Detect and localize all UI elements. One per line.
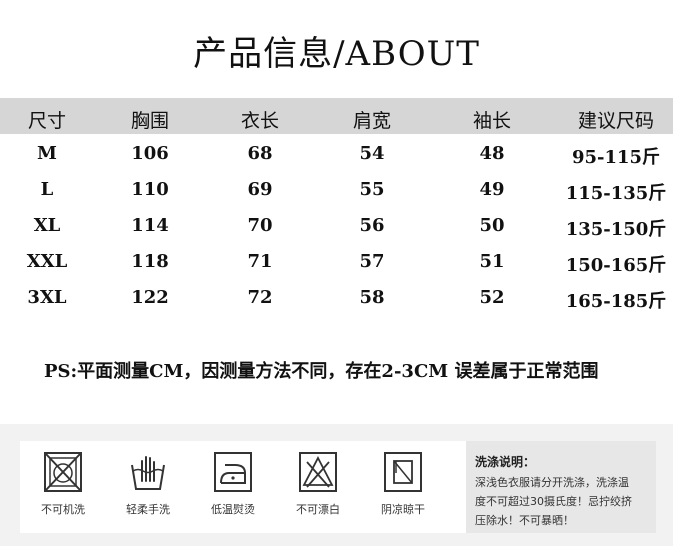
table-cell: 68	[247, 143, 273, 164]
care-symbol-shade-dry: 阴凉晾干	[373, 451, 433, 517]
care-symbol-no-machine-wash: 不可机洗	[33, 451, 93, 517]
table-cell: 58	[359, 287, 385, 308]
care-symbol-hand-wash: 轻柔手洗	[118, 451, 178, 517]
table-cell: 165-185斤	[565, 291, 667, 312]
table-cell: 110	[131, 179, 169, 200]
table-cell: 48	[479, 143, 505, 164]
table-cell: 51	[479, 251, 505, 272]
table-cell: 69	[247, 179, 273, 200]
table-header-bar	[0, 98, 673, 134]
table-cell: 55	[359, 179, 385, 200]
table-cell: 52	[479, 287, 505, 308]
care-symbol-low-temp-iron: 低温熨烫	[203, 451, 263, 517]
table-cell: 49	[479, 179, 505, 200]
care-label: 阴凉晾干	[381, 503, 425, 516]
wash-instructions-title: 洗涤说明：	[475, 455, 536, 469]
care-symbol-no-bleach: 不可漂白	[288, 451, 348, 517]
size-label-cell: XXL	[26, 251, 68, 272]
table-cell: 115-135斤	[565, 183, 667, 204]
table-cell: 54	[359, 143, 385, 164]
table-cell: 50	[479, 215, 505, 236]
table-cell: 118	[131, 251, 169, 272]
no-machine-wash-icon	[44, 452, 82, 492]
table-cell: 114	[131, 215, 169, 236]
low-temp-iron-icon	[214, 452, 252, 492]
size-label-cell: XL	[33, 215, 61, 236]
wash-instructions-line: 深浅色衣服请分开洗涤，洗涤温	[475, 476, 629, 489]
no-bleach-icon	[299, 452, 337, 492]
care-card: 不可机洗 轻柔手洗 低温熨烫 不可漂白 阴凉晾干 洗涤说明： 深浅色衣服请分开洗…	[20, 441, 656, 533]
table-cell: 150-165斤	[565, 255, 667, 276]
table-cell: 122	[131, 287, 169, 308]
table-cell: 70	[247, 215, 273, 236]
table-header-cell: 建议尺码	[577, 110, 655, 132]
table-header-cell: 尺寸	[27, 110, 67, 132]
table-cell: 57	[359, 251, 385, 272]
wash-instructions-line: 度不可超过30摄氏度！忌拧绞挤	[475, 495, 632, 508]
size-label-cell: M	[37, 143, 57, 164]
size-label-cell: L	[40, 179, 54, 200]
wash-instructions: 洗涤说明： 深浅色衣服请分开洗涤，洗涤温 度不可超过30摄氏度！忌拧绞挤 压除水…	[466, 441, 656, 533]
page-title: 产品信息/ABOUT	[193, 34, 480, 74]
table-cell: 71	[247, 251, 273, 272]
care-label: 不可漂白	[296, 503, 340, 516]
table-cell: 95-115斤	[571, 147, 661, 168]
shade-dry-icon	[384, 452, 422, 492]
care-label: 不可机洗	[41, 503, 85, 516]
care-panel: 不可机洗 轻柔手洗 低温熨烫 不可漂白 阴凉晾干 洗涤说明： 深浅色衣服请分开洗…	[0, 424, 673, 546]
care-label: 轻柔手洗	[126, 503, 170, 516]
table-header-cell: 肩宽	[352, 110, 392, 132]
table-cell: 135-150斤	[565, 219, 667, 240]
table-cell: 56	[359, 215, 385, 236]
hand-wash-icon	[131, 456, 165, 490]
size-label-cell: 3XL	[27, 287, 67, 308]
table-header-cell: 袖长	[472, 110, 512, 132]
table-cell: 106	[131, 143, 169, 164]
wash-instructions-line: 压除水！不可暴晒！	[475, 514, 574, 527]
table-header-cell: 胸围	[130, 110, 170, 132]
table-cell: 72	[247, 287, 273, 308]
measurement-note: PS:平面测量CM，因测量方法不同，存在2-3CM 误差属于正常范围	[44, 361, 599, 382]
table-header-cell: 衣长	[240, 110, 280, 132]
care-label: 低温熨烫	[211, 503, 255, 516]
